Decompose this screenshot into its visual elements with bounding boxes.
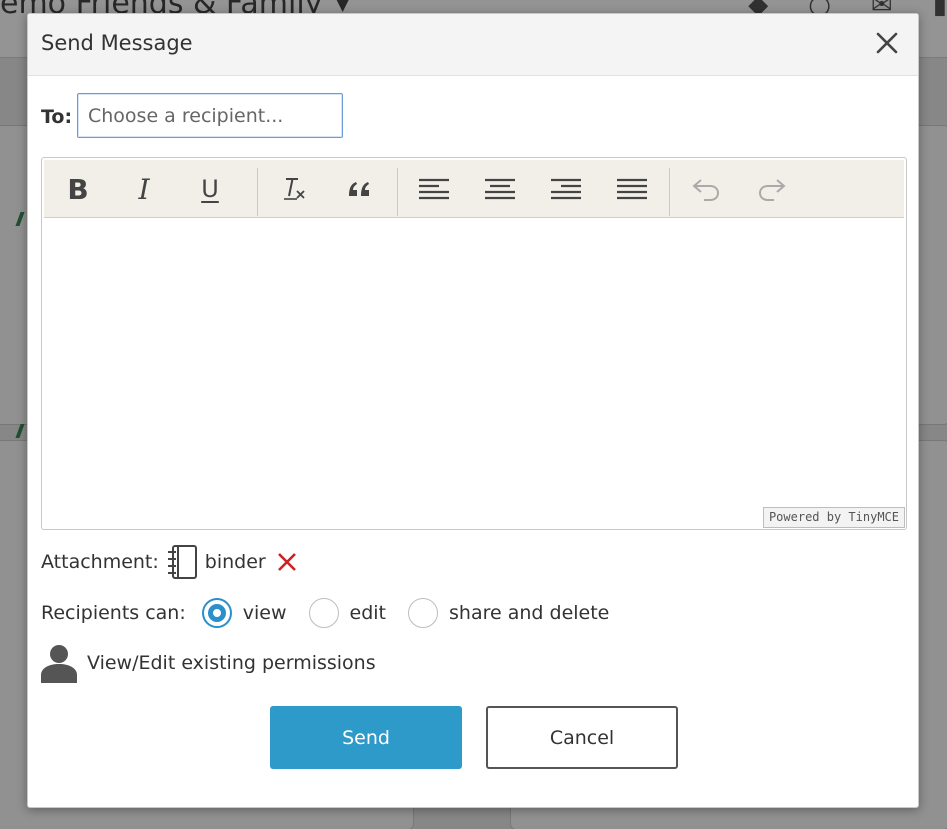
close-icon (876, 32, 898, 54)
remove-attachment-icon[interactable] (276, 551, 298, 573)
quote-icon (349, 182, 369, 196)
permission-share-delete-radio[interactable] (408, 598, 439, 628)
toolbar-divider (397, 168, 398, 216)
undo-icon (692, 179, 720, 201)
clear-formatting-icon (284, 178, 305, 200)
send-button[interactable]: Send (270, 706, 462, 769)
permission-view-radio[interactable] (201, 598, 232, 628)
align-center-button[interactable] (480, 169, 520, 209)
existing-permissions-link[interactable]: View/Edit existing permissions (41, 643, 376, 683)
close-button[interactable] (874, 30, 900, 56)
cancel-button[interactable]: Cancel (486, 706, 678, 769)
align-left-button[interactable] (414, 169, 454, 209)
underline-button[interactable]: U (190, 169, 230, 209)
user-icon (41, 645, 77, 683)
align-right-icon (551, 178, 581, 200)
recipients-label: Recipients can: (41, 602, 186, 624)
dialog-header: Send Message (28, 14, 918, 76)
undo-button[interactable] (686, 169, 726, 209)
permission-share-delete-label[interactable]: share and delete (449, 602, 609, 624)
attachment-row: Attachment: binder (41, 544, 298, 580)
editor-toolbar: B I U (44, 160, 904, 218)
justify-icon (617, 178, 647, 200)
send-message-dialog: Send Message To: B I U (27, 13, 919, 808)
justify-button[interactable] (612, 169, 652, 209)
bold-icon: B (67, 172, 89, 206)
bold-button[interactable]: B (58, 169, 98, 209)
existing-permissions-text[interactable]: View/Edit existing permissions (87, 652, 376, 674)
permissions-row: Recipients can: view edit share and dele… (41, 596, 615, 630)
binder-icon (167, 545, 197, 579)
align-left-icon (419, 178, 449, 200)
toolbar-divider (669, 168, 670, 216)
editor-body[interactable] (44, 220, 904, 510)
italic-icon: I (138, 172, 150, 206)
underline-icon: U (201, 175, 219, 203)
align-right-button[interactable] (546, 169, 586, 209)
clear-formatting-button[interactable] (274, 169, 314, 209)
attachment-label: Attachment: (41, 551, 159, 573)
powered-by-tinymce[interactable]: Powered by TinyMCE (762, 507, 905, 528)
to-label: To: (41, 106, 73, 128)
attachment-name: binder (204, 551, 266, 573)
align-center-icon (485, 178, 515, 200)
message-editor: B I U Powered by TinyMCE (41, 157, 907, 530)
permission-edit-label[interactable]: edit (350, 602, 386, 624)
toolbar-divider (257, 168, 258, 216)
redo-button[interactable] (752, 169, 792, 209)
dialog-title: Send Message (41, 31, 193, 55)
blockquote-button[interactable] (340, 169, 380, 209)
italic-button[interactable]: I (124, 169, 164, 209)
recipient-input[interactable] (77, 93, 343, 138)
permission-edit-radio[interactable] (308, 598, 339, 628)
redo-icon (758, 179, 786, 201)
permission-view-label[interactable]: view (243, 602, 287, 624)
